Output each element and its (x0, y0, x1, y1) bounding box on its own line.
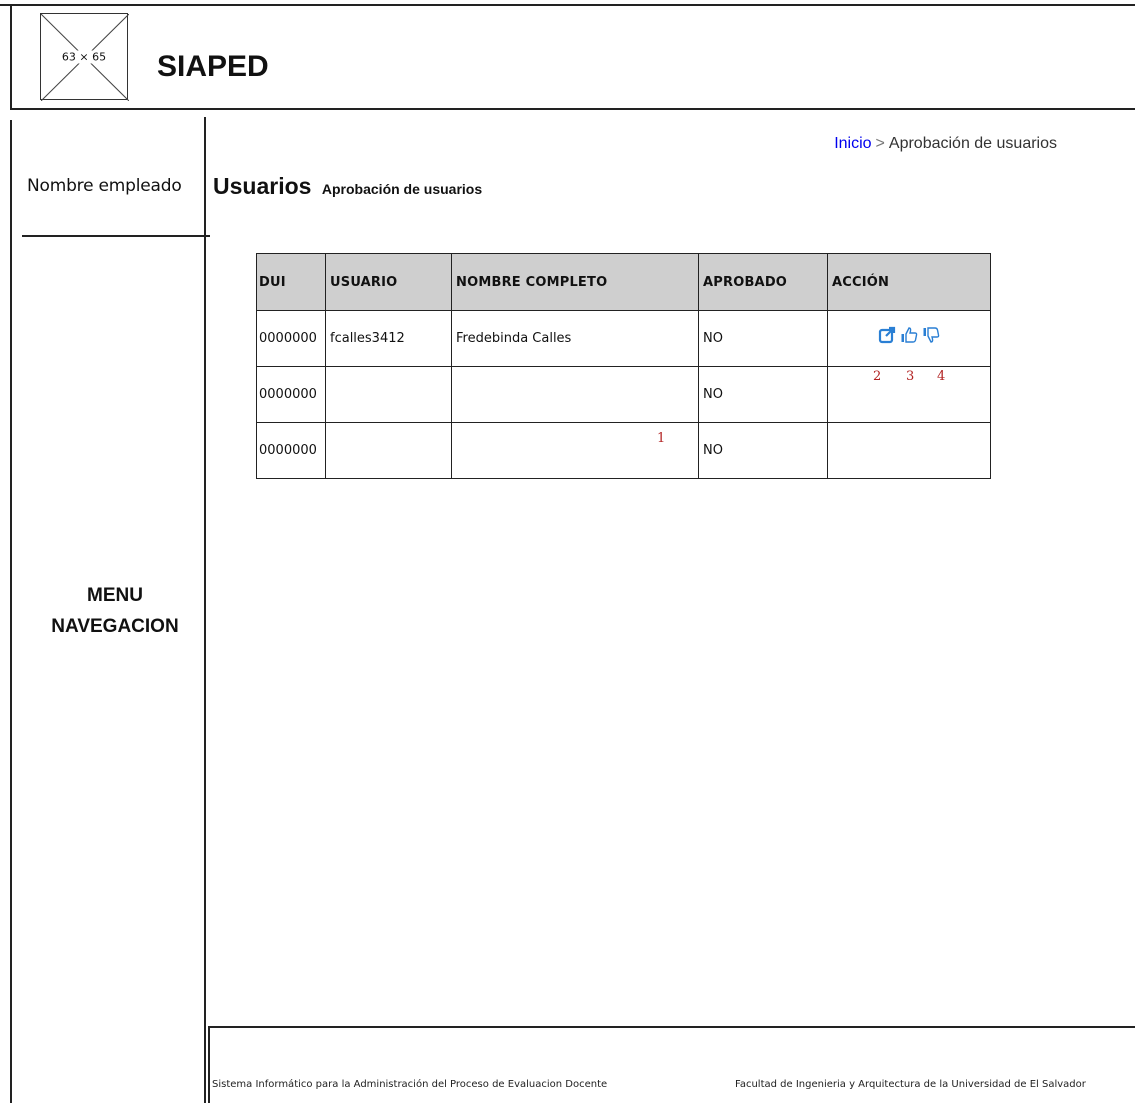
column-header-aprobado: APROBADO (698, 253, 828, 311)
table-row: 0000000 NO (256, 422, 991, 479)
breadcrumb-separator: > (875, 135, 885, 152)
cell-usuario: fcalles3412 (325, 310, 452, 367)
breadcrumb-current: Aprobación de usuarios (888, 135, 1057, 152)
thumbs-up-icon[interactable] (900, 326, 918, 344)
cell-dui: 0000000 (256, 366, 326, 423)
footer-faculty-name: Facultad de Ingenieria y Arquitectura de… (735, 1079, 1086, 1090)
footer-left-border (208, 1026, 210, 1103)
table-row: 0000000 fcalles3412 Fredebinda Calles NO (256, 310, 991, 367)
breadcrumb-home-link[interactable]: Inicio (834, 135, 871, 152)
cell-aprobado: NO (698, 422, 828, 479)
cell-usuario (325, 422, 452, 479)
sidebar-right-border (204, 117, 206, 1103)
navigation-menu[interactable]: MENU NAVEGACION (30, 580, 200, 642)
page-heading: Usuarios Aprobación de usuarios (213, 173, 482, 200)
header-bottom-border (10, 108, 1135, 110)
callout-marker-4: 4 (937, 369, 946, 384)
header-top-border (0, 4, 1135, 6)
cell-dui: 0000000 (256, 310, 326, 367)
cell-accion (827, 422, 991, 479)
footer-top-border (208, 1026, 1135, 1028)
callout-marker-2: 2 (873, 369, 882, 384)
callout-marker-1: 1 (657, 431, 666, 446)
page-title: Usuarios (213, 173, 312, 199)
page-subtitle: Aprobación de usuarios (321, 181, 483, 197)
logo-dimensions: 63 × 65 (59, 50, 109, 63)
cell-usuario (325, 366, 452, 423)
column-header-usuario: USUARIO (325, 253, 452, 311)
cell-nombre (451, 366, 699, 423)
column-header-nombre: NOMBRE COMPLETO (451, 253, 699, 311)
menu-label: MENU (87, 585, 143, 606)
breadcrumb: Inicio > Aprobación de usuarios (834, 135, 1057, 153)
app-title: SIAPED (157, 50, 269, 83)
thumbs-down-icon[interactable] (922, 326, 940, 344)
cell-aprobado: NO (698, 310, 828, 367)
users-table: DUI USUARIO NOMBRE COMPLETO APROBADO ACC… (256, 253, 991, 479)
row-actions (832, 326, 986, 344)
cell-accion (827, 310, 991, 367)
footer-system-name: Sistema Informático para la Administraci… (212, 1079, 608, 1090)
cell-dui: 0000000 (256, 422, 326, 479)
table-header-row: DUI USUARIO NOMBRE COMPLETO APROBADO ACC… (256, 253, 991, 311)
employee-name: Nombre empleado (27, 176, 182, 196)
callout-marker-3: 3 (906, 369, 915, 384)
column-header-accion: ACCIÓN (827, 253, 991, 311)
navigation-label: NAVEGACION (51, 616, 179, 637)
column-header-dui: DUI (256, 253, 326, 311)
cell-aprobado: NO (698, 366, 828, 423)
cell-nombre: Fredebinda Calles (451, 310, 699, 367)
sidebar-left-border (10, 120, 12, 1103)
logo-placeholder: 63 × 65 (40, 13, 129, 101)
sidebar-divider (22, 235, 210, 237)
edit-icon[interactable] (878, 326, 896, 344)
header-left-border (10, 4, 12, 109)
